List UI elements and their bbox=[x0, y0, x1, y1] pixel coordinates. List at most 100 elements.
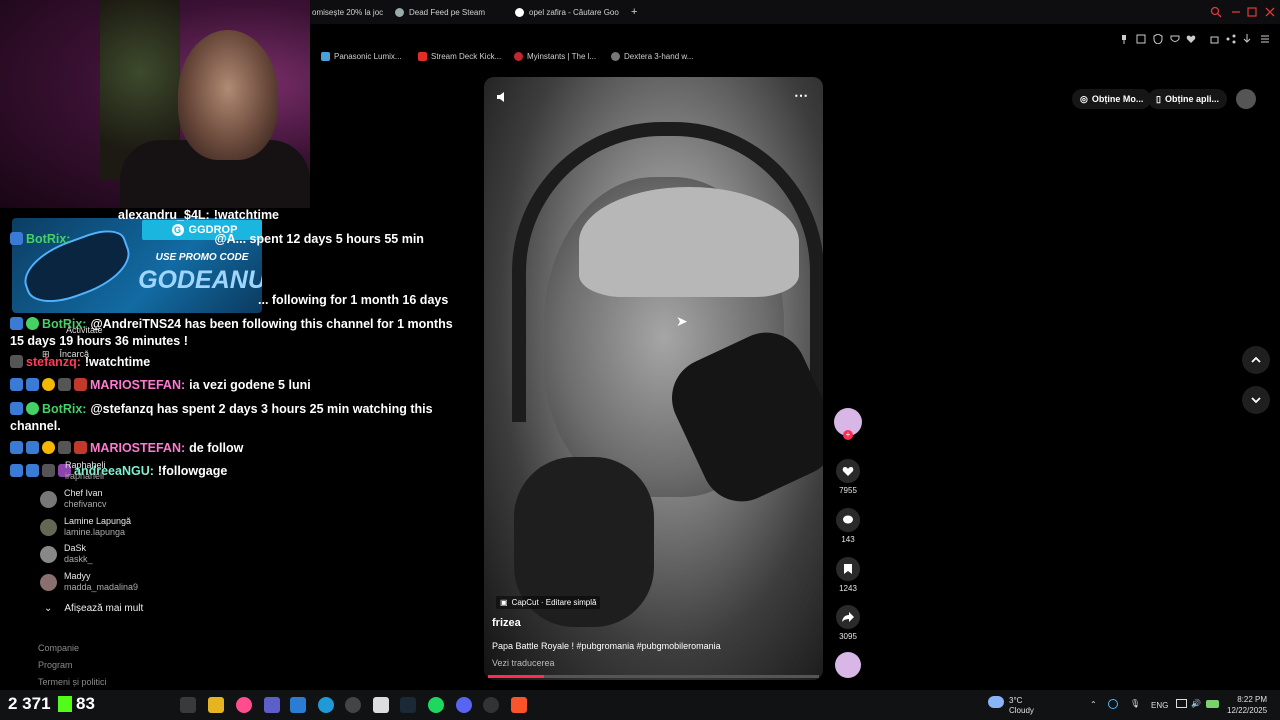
badge-icon bbox=[42, 441, 55, 454]
video-progress-bar[interactable] bbox=[488, 675, 819, 678]
chat-message: alexandru_$4L: !watchtime bbox=[118, 207, 318, 224]
tray-chevron-icon[interactable]: ⌃ bbox=[1090, 700, 1097, 709]
network-icon[interactable] bbox=[1176, 699, 1187, 708]
globe-icon bbox=[611, 52, 620, 61]
get-coins-button[interactable]: ◎ Obține Mo... bbox=[1072, 89, 1152, 109]
share-count: 3095 bbox=[839, 632, 857, 641]
store-icon[interactable] bbox=[373, 697, 389, 713]
chat-text: @A... spent 12 days 5 hours 55 min bbox=[214, 232, 424, 246]
bookmark[interactable]: Dextera 3-hand w... bbox=[611, 52, 693, 61]
mute-icon[interactable] bbox=[496, 90, 510, 109]
sync-icon[interactable] bbox=[1108, 699, 1118, 709]
app-icon[interactable] bbox=[290, 697, 306, 713]
obs-icon[interactable] bbox=[345, 697, 361, 713]
bookmark[interactable]: Stream Deck Kick... bbox=[418, 52, 501, 61]
language-indicator[interactable]: ENG bbox=[1151, 701, 1168, 710]
badge-icon bbox=[10, 464, 23, 477]
author-avatar[interactable]: + bbox=[834, 408, 862, 440]
bookmark[interactable]: Panasonic Lumix... bbox=[321, 52, 402, 61]
more-options-icon[interactable]: ⋯ bbox=[794, 87, 809, 104]
close-icon[interactable] bbox=[1264, 5, 1276, 17]
suggested-account[interactable]: Chef Ivan chefivancv bbox=[40, 488, 107, 510]
mic-icon[interactable]: 🎙 bbox=[1130, 699, 1140, 708]
menu-icon[interactable] bbox=[1260, 31, 1270, 43]
badge-icon bbox=[74, 441, 87, 454]
task-view-icon[interactable] bbox=[180, 697, 196, 713]
comment-button[interactable]: 143 bbox=[834, 508, 862, 544]
show-more-button[interactable]: ⌄ Afișează mai mult bbox=[44, 603, 143, 614]
chat-message: BotRix: @AndreiTNS24 has been following t… bbox=[10, 316, 470, 350]
search-icon[interactable] bbox=[1210, 5, 1222, 18]
badge-icon bbox=[26, 464, 39, 477]
profile-avatar[interactable] bbox=[1236, 89, 1256, 109]
pocket-icon[interactable] bbox=[1170, 31, 1180, 42]
browser-tab[interactable]: Dead Feed pe Steam bbox=[395, 4, 485, 20]
footer-link-terms[interactable]: Termeni și politici bbox=[38, 677, 107, 687]
footer-link-company[interactable]: Companie bbox=[38, 643, 79, 653]
share-button[interactable]: 3095 bbox=[834, 605, 862, 641]
brave-icon[interactable] bbox=[511, 697, 527, 713]
spotify-icon[interactable] bbox=[428, 697, 444, 713]
browser-tab[interactable]: opel zafira - Căutare Goo bbox=[515, 4, 619, 20]
clock-date[interactable]: 12/22/2025 bbox=[1227, 706, 1267, 715]
music-disc[interactable] bbox=[834, 652, 862, 678]
app-icon[interactable] bbox=[236, 697, 252, 713]
extensions-icon[interactable] bbox=[1210, 31, 1220, 44]
promo-code: GODEANU bbox=[138, 266, 262, 294]
suggested-account[interactable]: Madyy madda_madalina9 bbox=[40, 571, 138, 593]
share-icon[interactable] bbox=[1226, 31, 1236, 44]
next-video-button[interactable] bbox=[1242, 386, 1270, 414]
suggested-account[interactable]: Raphaheli iraphaheli bbox=[65, 460, 106, 482]
teams-icon[interactable] bbox=[264, 697, 280, 713]
chat-text: ... following for 1 month 16 days bbox=[258, 293, 449, 307]
translate-link[interactable]: Vezi traducerea bbox=[492, 658, 555, 668]
account-name: Lamine Lapungă bbox=[64, 516, 132, 526]
tab-label: Dead Feed pe Steam bbox=[409, 7, 486, 17]
app-icon[interactable] bbox=[483, 697, 499, 713]
minimize-icon[interactable] bbox=[1230, 5, 1242, 17]
volume-icon[interactable]: 🔊 bbox=[1191, 699, 1201, 708]
heart-icon[interactable] bbox=[1186, 31, 1196, 43]
steam-icon[interactable] bbox=[400, 697, 416, 713]
bookmark-label: Myinstants | The l... bbox=[527, 52, 597, 61]
download-icon[interactable] bbox=[1242, 31, 1252, 43]
footer-link-program[interactable]: Program bbox=[38, 660, 73, 670]
discord-icon[interactable] bbox=[456, 697, 472, 713]
follow-plus-icon[interactable]: + bbox=[843, 430, 853, 440]
like-button[interactable]: 7955 bbox=[834, 459, 862, 495]
clock-time[interactable]: 8:22 PM bbox=[1231, 695, 1267, 704]
shield-icon[interactable] bbox=[1153, 31, 1163, 45]
chevron-down-icon bbox=[1251, 397, 1261, 404]
verified-icon bbox=[26, 317, 39, 330]
screenshot-icon[interactable] bbox=[1136, 31, 1146, 44]
badge-icon bbox=[26, 378, 39, 391]
suggested-account[interactable]: Lamine Lapungă lamine.lapunga bbox=[40, 516, 131, 538]
bookmark[interactable]: Myinstants | The l... bbox=[514, 52, 596, 61]
badge-icon bbox=[26, 441, 39, 454]
comment-icon bbox=[836, 508, 860, 532]
plus-icon: + bbox=[631, 6, 638, 18]
chat-text: ia vezi godene 5 luni bbox=[189, 378, 311, 392]
get-app-button[interactable]: ▯ Obține apli... bbox=[1148, 89, 1227, 109]
show-more-label: Afișează mai mult bbox=[64, 603, 144, 614]
account-handle: iraphaheli bbox=[65, 471, 105, 481]
edge-icon[interactable] bbox=[318, 697, 334, 713]
suggested-account[interactable]: DaSk daskk_ bbox=[40, 543, 93, 565]
browser-tab[interactable]: omisește 20% la joc bbox=[312, 4, 383, 20]
progress-fill bbox=[488, 675, 545, 678]
battery-icon[interactable] bbox=[1206, 700, 1219, 708]
save-button[interactable]: 1243 bbox=[834, 557, 862, 593]
phone-icon: ▯ bbox=[1156, 93, 1161, 104]
get-coins-label: Obține Mo... bbox=[1091, 94, 1144, 104]
capcut-tag[interactable]: ▣ CapCut · Editare simplă bbox=[496, 596, 601, 609]
camera-icon bbox=[58, 378, 71, 391]
new-tab-button[interactable]: + bbox=[631, 4, 637, 20]
video-author[interactable]: frizea bbox=[492, 617, 521, 629]
video-player[interactable]: ⋯ ▣ CapCut · Editare simplă frizea Papa B… bbox=[484, 77, 823, 680]
maximize-icon[interactable] bbox=[1246, 5, 1258, 17]
pin-icon[interactable] bbox=[1119, 31, 1129, 44]
chat-username: stefanzq: bbox=[26, 355, 81, 369]
file-explorer-icon[interactable] bbox=[208, 697, 224, 713]
previous-video-button[interactable] bbox=[1242, 346, 1270, 374]
chat-username: BotRix: bbox=[42, 317, 87, 331]
